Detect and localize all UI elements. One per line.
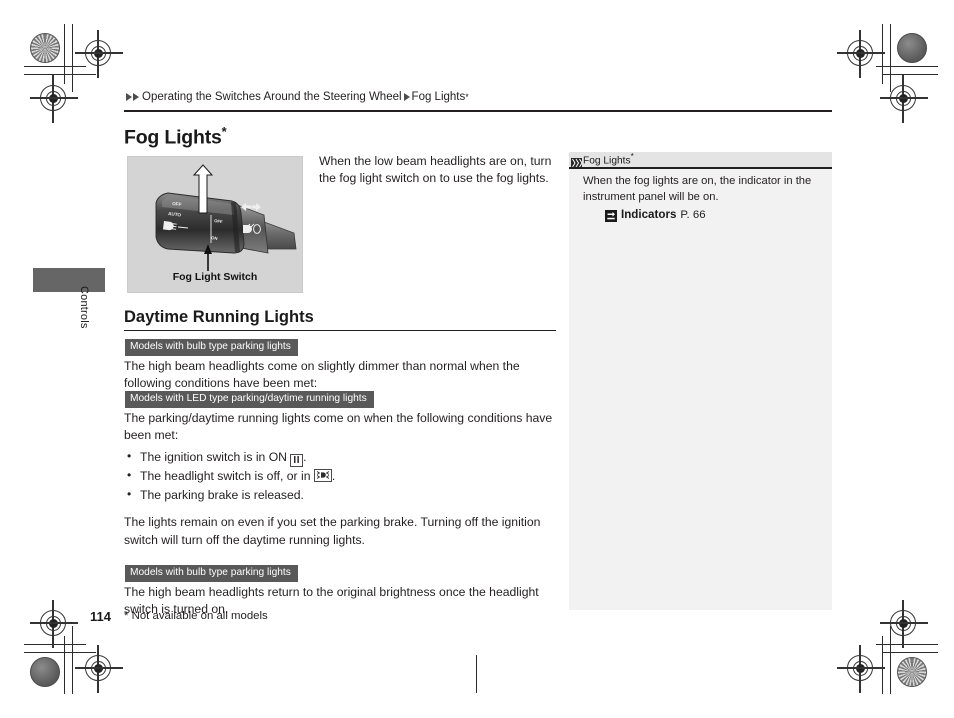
section-tab-marker xyxy=(33,268,105,292)
registration-star-bottom-right xyxy=(897,657,927,687)
registration-solid-bottom-left xyxy=(30,657,60,687)
breadcrumb: Operating the Switches Around the Steeri… xyxy=(126,91,469,103)
crop-mark-line xyxy=(476,655,478,693)
svg-text:ON: ON xyxy=(211,235,218,241)
bullet-text-after: . xyxy=(303,450,307,464)
crop-mark-line xyxy=(24,644,86,646)
section-rule xyxy=(124,330,556,332)
conditions-list-wrap: The ignition switch is in ON II. The hea… xyxy=(124,447,560,505)
content-block-bulb: Models with bulb type parking lights The… xyxy=(124,336,560,393)
sidebar-note-title-text: Fog Lights xyxy=(583,155,631,167)
list-item: The ignition switch is in ON II. xyxy=(124,447,560,467)
model-badge-led: Models with LED type parking/daytime run… xyxy=(125,390,374,408)
crop-mark-line xyxy=(890,626,892,694)
closing-paragraph-wrap: The lights remain on even if you set the… xyxy=(124,512,560,549)
crop-mark-line xyxy=(882,24,884,84)
fog-light-switch-illustration: OFF AUTO OFF ON Fog Light Switch xyxy=(127,156,303,293)
registration-target-bottom-right xyxy=(837,645,885,693)
section-tab-label: Controls xyxy=(78,286,90,329)
crop-mark-line xyxy=(24,74,96,76)
triangle-marker-icon xyxy=(126,93,132,101)
sidebar-cross-reference[interactable]: Indicators P. 66 xyxy=(583,207,818,224)
crop-mark-line xyxy=(24,652,96,654)
registration-target-left-bottom xyxy=(75,645,123,693)
registration-solid-top-right xyxy=(897,33,927,63)
triangle-marker-icon xyxy=(133,93,139,101)
list-item: The headlight switch is off, or in . xyxy=(124,466,560,486)
sidebar-note-text: When the fog lights are on, the indicato… xyxy=(583,175,812,204)
crop-mark-line xyxy=(24,66,86,68)
hatched-square-icon xyxy=(571,155,583,168)
breadcrumb-item-current[interactable]: Fog Lights xyxy=(412,91,466,103)
sidebar-note-title: Fog Lights* xyxy=(583,152,634,166)
breadcrumb-asterisk: * xyxy=(465,92,469,102)
crop-mark-line xyxy=(890,24,892,92)
registration-target-top-right xyxy=(837,30,885,78)
registration-target-right-top xyxy=(880,75,928,123)
crop-mark-line xyxy=(882,636,884,694)
triangle-separator-icon xyxy=(403,93,410,101)
registration-target-top-left xyxy=(75,30,123,78)
reference-target-name[interactable]: Indicators xyxy=(621,207,676,224)
sidebar-header-rule xyxy=(569,167,832,169)
bullet-text-before: The parking brake is released. xyxy=(140,487,304,502)
header-rule xyxy=(124,110,832,112)
crop-mark-line xyxy=(882,74,938,76)
reference-page-number: P. 66 xyxy=(680,209,706,222)
sidebar-note-header: Fog Lights* xyxy=(569,152,832,168)
model-badge-bulb-final: Models with bulb type parking lights xyxy=(125,564,298,582)
bullet-text-before: The ignition switch is in ON xyxy=(140,450,291,464)
list-item: The parking brake is released. xyxy=(124,485,560,505)
page-number: 114 xyxy=(90,609,111,624)
page-title-text: Fog Lights xyxy=(124,126,222,149)
crop-mark-line xyxy=(876,644,938,646)
paragraph-led: The parking/daytime running lights come … xyxy=(124,410,553,443)
sidebar-note-body: When the fog lights are on, the indicato… xyxy=(569,167,832,224)
crop-mark-line xyxy=(64,636,66,694)
registration-target-left-top xyxy=(30,75,78,123)
content-block-led: Models with LED type parking/daytime run… xyxy=(124,388,560,445)
sidebar-note-asterisk: * xyxy=(630,152,634,162)
goto-page-arrow-icon xyxy=(605,209,617,222)
conditions-list: The ignition switch is in ON II. The hea… xyxy=(124,447,560,505)
page-footnote: * Not available on all models xyxy=(124,610,268,622)
registration-star-top-left xyxy=(30,33,60,63)
crop-mark-line xyxy=(72,626,74,694)
crop-mark-line xyxy=(882,652,938,654)
parking-light-icon xyxy=(313,469,332,482)
ignition-on-icon: II xyxy=(290,454,304,467)
sidebar-note-panel: Fog Lights* When the fog lights are on, … xyxy=(569,152,832,610)
bullet-text-after: . xyxy=(331,469,336,483)
registration-target-bottom-left xyxy=(30,600,78,648)
intro-paragraph: When the low beam headlights are on, tur… xyxy=(319,154,552,186)
crop-mark-line xyxy=(72,24,74,92)
illustration-caption: Fog Light Switch xyxy=(172,271,258,283)
page-title: Fog Lights* xyxy=(124,124,227,150)
bullet-text-before: The headlight switch is off, or in xyxy=(140,469,314,483)
page-title-asterisk: * xyxy=(221,124,227,139)
manual-page: Controls Operating the Switches Around t… xyxy=(0,0,954,718)
model-badge-bulb: Models with bulb type parking lights xyxy=(125,338,298,356)
closing-paragraph: The lights remain on even if you set the… xyxy=(124,515,541,547)
crop-mark-line xyxy=(64,24,66,84)
registration-target-right-bottom xyxy=(880,600,928,648)
crop-mark-line xyxy=(876,66,938,68)
section-title: Daytime Running Lights xyxy=(124,308,314,326)
breadcrumb-item-section[interactable]: Operating the Switches Around the Steeri… xyxy=(142,91,402,103)
